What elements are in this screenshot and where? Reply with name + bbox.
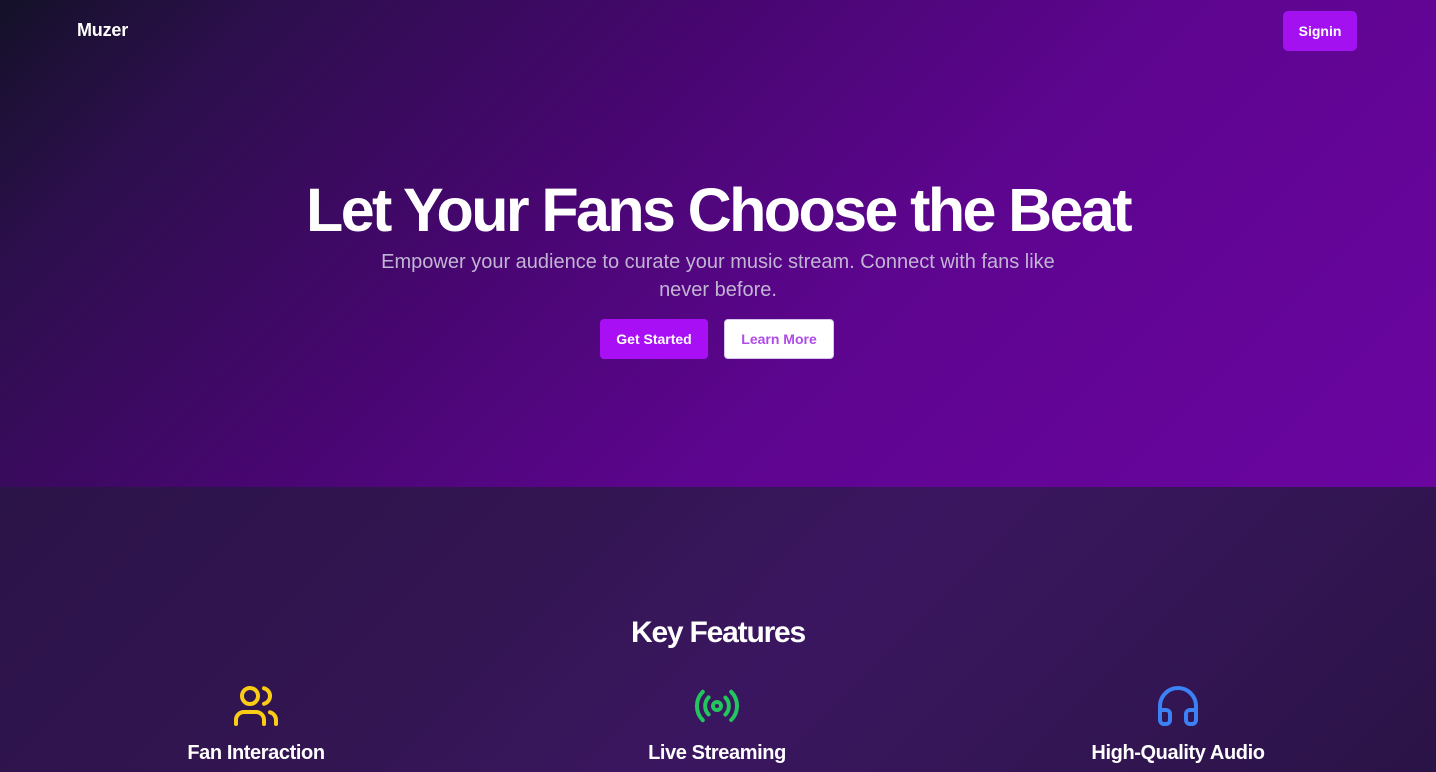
users-icon [234, 686, 278, 726]
features-section: Key Features Fan Interaction Live Stream… [0, 487, 1436, 772]
landing-page: Muzer Signin Let Your Fans Choose the Be… [0, 0, 1436, 772]
feature-live-streaming: Live Streaming [537, 682, 897, 767]
feature-label: High-Quality Audio [1091, 742, 1265, 764]
feature-label: Live Streaming [648, 742, 786, 764]
hero-subtitle: Empower your audience to curate your mus… [381, 251, 1055, 301]
learn-more-button[interactable]: Learn More [724, 319, 834, 359]
hero-title: Let Your Fans Choose the Beat [306, 176, 1133, 244]
features-title: Key Features [630, 616, 806, 649]
headphones-icon [1158, 686, 1198, 726]
hero-section: Muzer Signin Let Your Fans Choose the Be… [0, 0, 1436, 487]
feature-fan-interaction: Fan Interaction [76, 682, 436, 767]
feature-high-quality-audio: High-Quality Audio [998, 682, 1358, 767]
navbar: Muzer Signin [0, 0, 1436, 62]
get-started-button[interactable]: Get Started [600, 319, 708, 359]
brand-logo[interactable]: Muzer [77, 20, 128, 41]
signin-button[interactable]: Signin [1283, 11, 1357, 51]
radio-icon [694, 689, 740, 723]
feature-label: Fan Interaction [187, 742, 325, 764]
